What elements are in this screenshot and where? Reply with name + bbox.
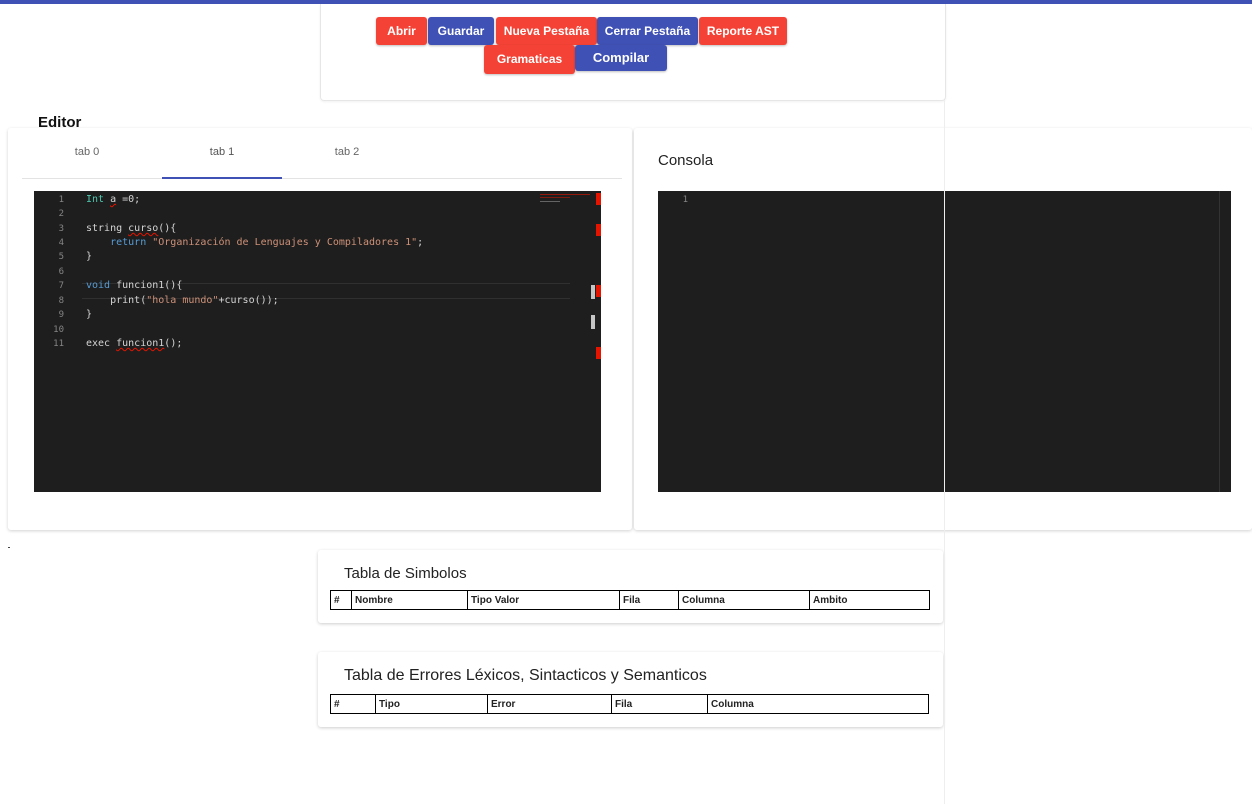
reporte-ast-button[interactable]: Reporte AST [699,17,787,45]
code-text: ; [417,237,424,248]
column-header: Columna [678,590,810,610]
column-header: Error [487,694,612,714]
console-scrollbar[interactable] [1219,191,1220,492]
code-text: } [86,309,93,320]
code-line-8: print("hola mundo"+curso()); [86,295,279,306]
error-marker [596,347,601,359]
symbols-table: # Nombre Tipo Valor Fila Columna Ambito [330,590,930,610]
type-token: string [86,223,123,234]
error-marker [596,285,601,297]
symbols-table-title: Tabla de Simbolos [344,565,467,582]
type-token: Int [86,194,105,205]
cursor-marker [591,285,595,299]
code-text: =0; [116,194,141,205]
code-text: funcion1(){ [110,280,183,291]
active-tab-indicator [162,177,282,179]
line-number: 4 [58,238,64,248]
column-header: # [330,590,352,610]
keyword-token: exec [86,338,111,349]
code-text: print( [110,295,147,306]
column-header: Columna [707,694,929,714]
code-line-9: } [86,309,92,320]
line-number: 11 [53,339,64,349]
column-header: # [330,694,376,714]
table-header-row: # Nombre Tipo Valor Fila Columna Ambito [330,590,930,610]
code-line-4: return "Organización de Lenguajes y Comp… [86,237,423,248]
line-number: 1 [682,195,688,205]
line-number: 8 [58,296,64,306]
cerrar-pestana-button[interactable]: Cerrar Pestaña [597,17,698,45]
line-number: 9 [58,310,64,320]
code-text: (); [164,338,183,349]
nueva-pestana-button[interactable]: Nueva Pestaña [496,17,597,45]
column-header: Tipo [375,694,488,714]
keyword-token: void [86,280,111,291]
tab-2[interactable]: tab 2 [287,146,407,158]
column-header: Fila [611,694,708,714]
compilar-button[interactable]: Compilar [575,45,667,71]
column-header: Fila [619,590,679,610]
abrir-button[interactable]: Abrir [376,17,427,45]
line-number: 5 [58,252,64,262]
column-header: Nombre [351,590,468,610]
code-line-5: } [86,251,92,262]
cursor-marker [591,315,595,329]
string-token: "hola mundo" [146,295,219,306]
line-number: 3 [58,224,64,234]
code-text: +curso()); [218,295,279,306]
code-line-11: exec funcion1(); [86,338,182,349]
code-line-1: Int a =0; [86,194,140,205]
gramaticas-button[interactable]: Gramaticas [484,45,575,74]
dot-divider [8,547,10,548]
page-divider [944,100,945,804]
line-number: 7 [58,281,64,291]
column-header: Tipo Valor [467,590,620,610]
minimap[interactable] [540,193,592,205]
keyword-token: return [110,237,147,248]
code-line-3: string curso(){ [86,223,176,234]
tab-divider [22,178,622,179]
identifier-token: curso [128,223,159,234]
guardar-button[interactable]: Guardar [428,17,494,45]
errors-table-title: Tabla de Errores Léxicos, Sintacticos y … [344,667,707,684]
table-header-row: # Tipo Error Fila Columna [330,694,929,714]
symbols-table-card [318,550,943,623]
identifier-token: funcion1 [116,338,165,349]
string-token: "Organización de Lenguajes y Compiladore… [152,237,418,248]
tab-0[interactable]: tab 0 [27,146,147,158]
code-line-7: void funcion1(){ [86,280,182,291]
code-editor[interactable]: 1 2 3 4 5 6 7 8 9 10 11 Int a =0; string… [34,191,601,492]
line-number: 2 [58,209,64,219]
code-text: (){ [158,223,177,234]
column-header: Ambito [809,590,930,610]
errors-table: # Tipo Error Fila Columna [330,694,929,714]
code-text: } [86,251,93,262]
errors-table-card [318,652,943,727]
line-number: 10 [53,325,64,335]
tab-1[interactable]: tab 1 [162,146,282,158]
error-marker [596,224,601,236]
line-number: 6 [58,267,64,277]
console-title: Consola [658,152,714,169]
line-number: 1 [58,195,64,205]
error-marker [596,193,601,205]
